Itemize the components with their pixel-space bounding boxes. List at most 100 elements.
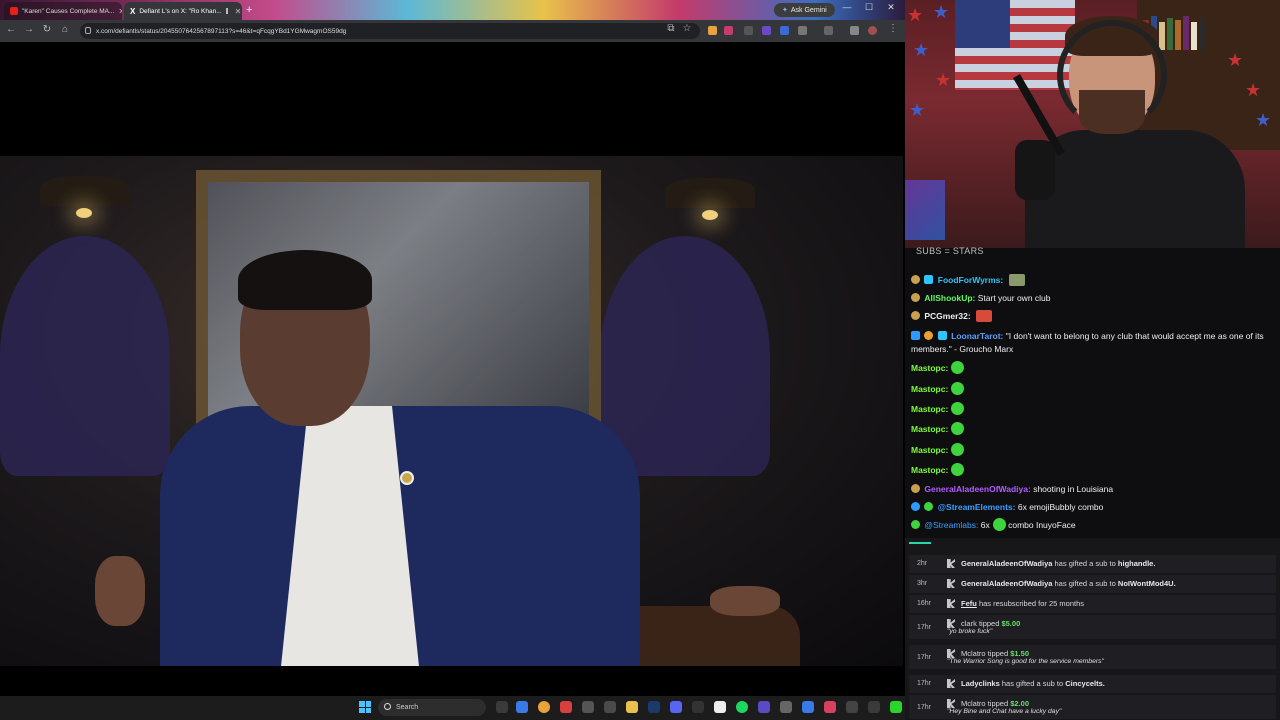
windows-taskbar: Search (0, 696, 905, 720)
chat-username[interactable]: Mastopc: (911, 424, 948, 434)
steam-icon[interactable] (648, 701, 660, 713)
forward-icon[interactable]: → (22, 24, 36, 35)
chat-username[interactable]: Mastopc: (911, 363, 948, 373)
close-window-button[interactable]: ✕ (880, 2, 902, 13)
event-time: 2hr (917, 560, 928, 567)
bookmark-star-icon[interactable]: ☆ (680, 23, 694, 34)
chat-username[interactable]: @Streamlabs: (924, 520, 978, 530)
chat-username[interactable]: PCGmer32: (924, 311, 970, 321)
discord-icon[interactable] (670, 701, 682, 713)
chrome-icon[interactable] (538, 701, 550, 713)
chat-username[interactable]: LoonarTarot: (951, 331, 1003, 341)
tab-label: "Karen" Causes Complete MA... (22, 7, 115, 15)
tip-message: "The Warrior Song is good for the servic… (947, 658, 1104, 665)
back-icon[interactable]: ← (4, 24, 18, 35)
taskbar-search[interactable]: Search (378, 699, 486, 716)
app-icon[interactable] (780, 701, 792, 713)
event-text: Fefu has resubscribed for 25 months (961, 599, 1084, 608)
app-icon[interactable] (758, 701, 770, 713)
sidebar-icon[interactable] (824, 26, 833, 35)
events-accent (909, 542, 931, 544)
emote-icon (1008, 274, 1025, 286)
profile-avatar[interactable] (868, 26, 877, 35)
search-icon (384, 703, 391, 710)
chat-username[interactable]: GeneralAladeenOfWadiya: (924, 484, 1030, 494)
star-decoration: ★ (913, 40, 930, 60)
emote-icon (951, 402, 965, 415)
event-row: 2hr GeneralAladeenOfWadiya has gifted a … (909, 555, 1276, 573)
emote-icon (951, 382, 965, 395)
reload-icon[interactable]: ↻ (40, 24, 54, 35)
extension-icon[interactable] (708, 26, 717, 35)
close-icon[interactable]: ✕ (118, 7, 122, 16)
video-player[interactable] (0, 42, 905, 696)
menu-kebab-icon[interactable]: ⋮ (886, 23, 900, 34)
hand (95, 556, 145, 626)
ask-gemini-button[interactable]: ✦ Ask Gemini (774, 3, 835, 17)
close-icon[interactable]: ✕ (235, 7, 242, 16)
chat-username[interactable]: @StreamElements: (938, 502, 1016, 512)
twitch-extension-icon[interactable] (762, 26, 771, 35)
windows-start-icon[interactable] (359, 701, 371, 713)
chat-username[interactable]: FoodForWyrms: (938, 275, 1003, 285)
tab-youtube[interactable]: "Karen" Causes Complete MA... ✕ (4, 2, 122, 20)
app-icon[interactable] (560, 701, 572, 713)
chat-message: GeneralAladeenOfWadiya: shooting in Loui… (911, 483, 1279, 496)
chat-username[interactable]: AllShookUp: (924, 293, 975, 303)
download-icon[interactable] (850, 26, 859, 35)
url-field[interactable]: x.com/defiantls/status/20455076425678971… (80, 23, 700, 39)
snipping-icon[interactable] (846, 701, 858, 713)
address-bar-row: ← → ↻ ⌂ x.com/defiantls/status/204550764… (0, 20, 905, 42)
app-icon[interactable] (692, 701, 704, 713)
event-row: 17hr Mclatro tipped $2.00 "Hey Bine and … (909, 695, 1276, 719)
new-tab-button[interactable]: + (246, 4, 252, 16)
star-decoration: ★ (1255, 110, 1272, 130)
lamp (40, 176, 130, 206)
verified-badge-icon (924, 502, 934, 511)
app-icon[interactable] (582, 701, 594, 713)
kick-icon (947, 579, 955, 588)
chat-text: combo InuyoFace (1008, 520, 1076, 530)
chat-username[interactable]: Mastopc: (911, 445, 948, 455)
app-icon[interactable] (824, 701, 836, 713)
event-row: 17hr Ladyclinks has gifted a sub to Cinc… (909, 675, 1276, 693)
app-icon[interactable] (802, 701, 814, 713)
tab-x[interactable]: X Defiant L's on X: "Ro Khan... ✕ (124, 2, 242, 20)
chat-message: Mastopc: (911, 382, 1279, 396)
video-frame (0, 156, 903, 666)
obs-icon[interactable] (714, 701, 726, 713)
chat-username[interactable]: Mastopc: (911, 384, 948, 394)
chat-username[interactable]: Mastopc: (911, 404, 948, 414)
app-icon[interactable] (604, 701, 616, 713)
chat-username[interactable]: Mastopc: (911, 465, 948, 475)
chat-message: FoodForWyrms: (911, 274, 1279, 287)
emote-icon (951, 443, 965, 456)
app-icon[interactable] (890, 701, 902, 713)
sub-badge-icon (911, 275, 920, 284)
events-feed: 2hr GeneralAladeenOfWadiya has gifted a … (905, 538, 1280, 720)
file-explorer-icon[interactable] (626, 701, 638, 713)
flag-canton (955, 0, 1010, 48)
app-icon[interactable] (868, 701, 880, 713)
extension-icon[interactable] (780, 26, 789, 35)
site-info-icon[interactable] (85, 27, 91, 34)
extension-icon[interactable] (744, 26, 753, 35)
spotify-icon[interactable] (736, 701, 748, 713)
audio-icon[interactable] (225, 8, 228, 14)
lamp-light (702, 210, 718, 220)
event-time: 16hr (917, 600, 932, 607)
verified-badge-icon (911, 520, 920, 529)
edge-icon[interactable] (516, 701, 528, 713)
browser-tab-bar: "Karen" Causes Complete MA... ✕ X Defian… (0, 0, 905, 20)
minimize-button[interactable]: — (836, 2, 858, 12)
kick-icon (947, 599, 955, 608)
install-icon[interactable]: ⧉ (664, 23, 678, 34)
emote-icon (951, 463, 965, 476)
extensions-puzzle-icon[interactable] (798, 26, 807, 35)
hand (710, 586, 780, 616)
task-view-icon[interactable] (496, 701, 508, 713)
home-icon[interactable]: ⌂ (58, 24, 72, 35)
maximize-button[interactable]: ☐ (858, 2, 880, 13)
star-decoration: ★ (933, 2, 950, 22)
extension-icon[interactable] (724, 26, 733, 35)
